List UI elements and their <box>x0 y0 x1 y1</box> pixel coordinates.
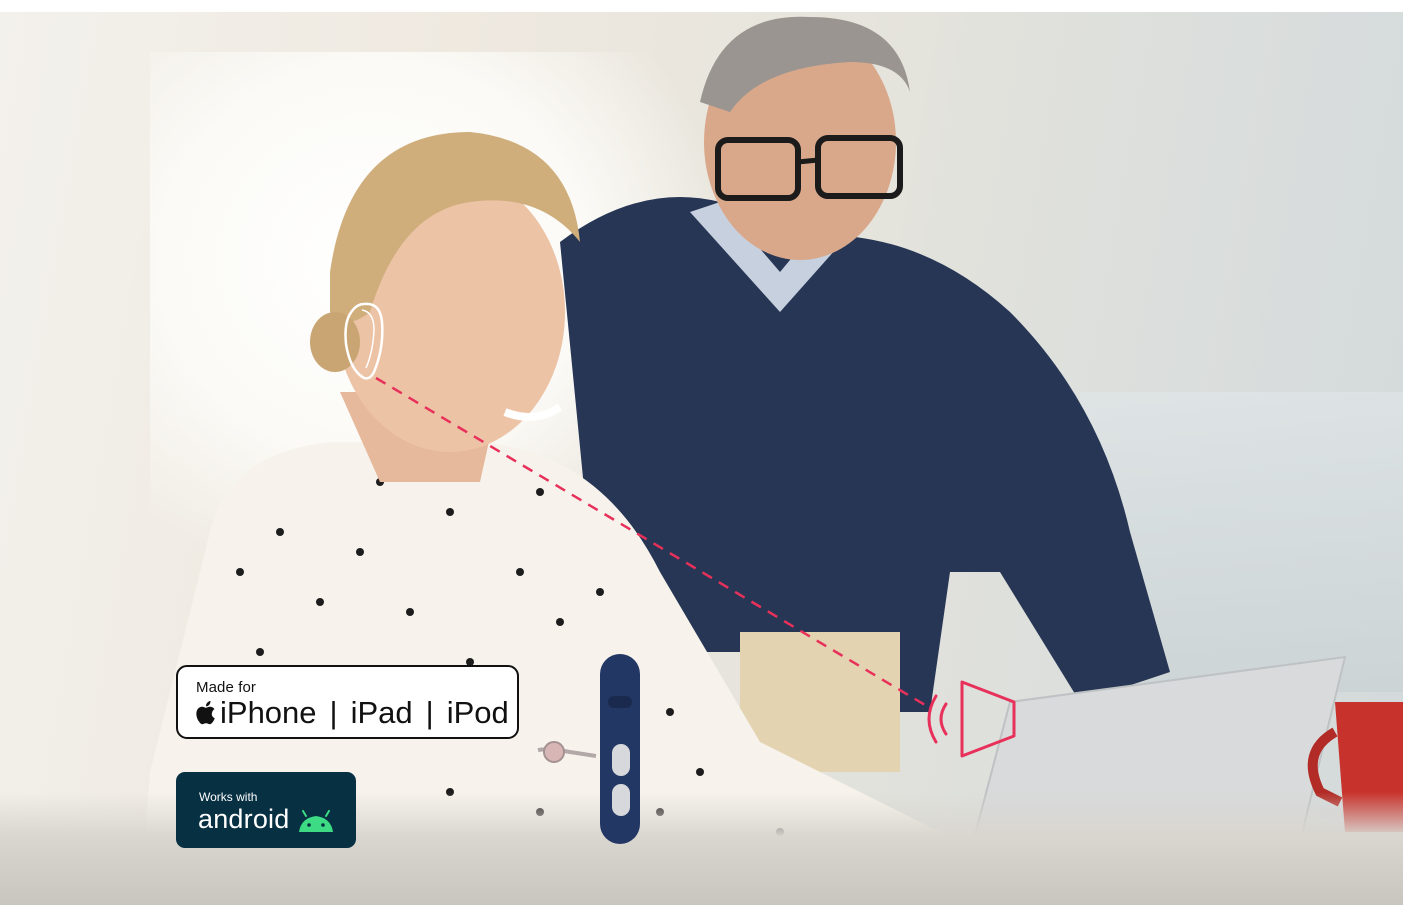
iphone-label: iPhone <box>220 695 317 730</box>
made-for-label: Made for <box>196 679 256 696</box>
works-with-label: Works with <box>199 790 258 804</box>
ipod-label: iPod <box>446 695 509 730</box>
separator-2: | <box>425 695 434 730</box>
android-label: android <box>198 804 290 834</box>
remote-control-icon <box>537 654 640 844</box>
apple-devices-row: iPhone | iPad | iPod <box>194 695 509 731</box>
android-robot-icon <box>299 810 333 832</box>
hearing-aid-outline-icon <box>344 302 384 380</box>
ipad-label: iPad <box>350 695 413 730</box>
signal-dash-line <box>375 376 926 707</box>
made-for-apple-badge[interactable]: Made for iPhone | iPad | iPod <box>176 665 519 739</box>
separator-1: | <box>329 695 338 730</box>
speaker-icon <box>927 680 1016 758</box>
apple-logo-icon <box>196 701 215 725</box>
works-with-android-badge[interactable]: Works with android <box>176 772 356 848</box>
